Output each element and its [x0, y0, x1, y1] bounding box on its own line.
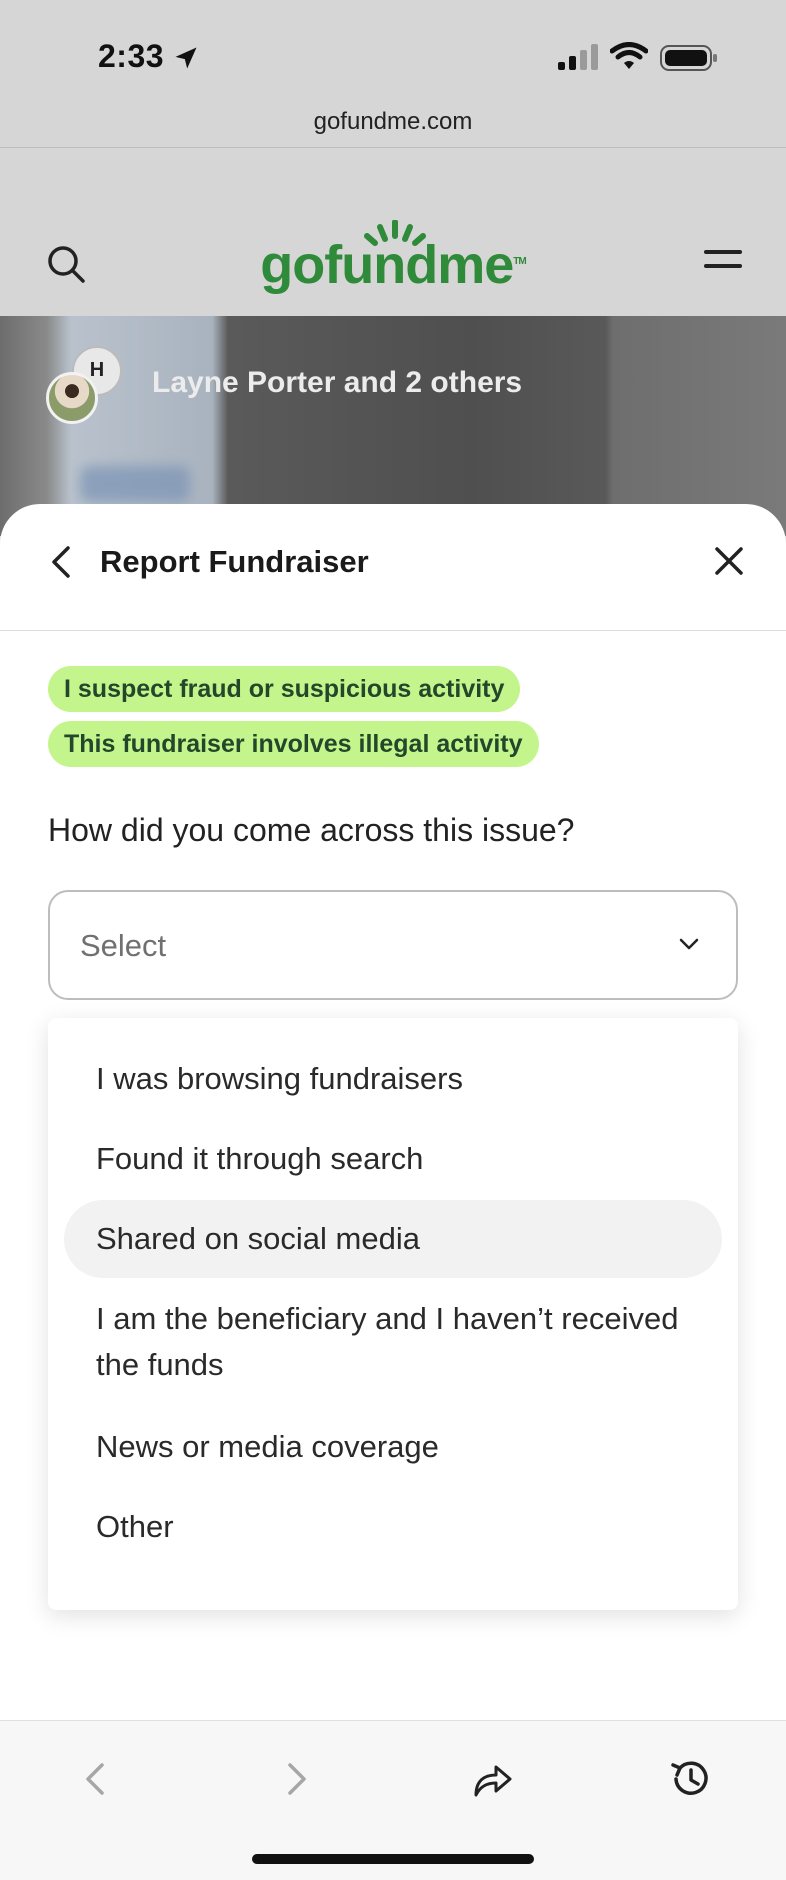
browser-url[interactable]: gofundme.com — [0, 108, 786, 136]
phone-screen: 2:33 gofundme.com gofundmeTM H Layne Por… — [0, 0, 786, 1880]
option-news[interactable]: News or media coverage — [64, 1408, 722, 1486]
source-select[interactable]: Select — [48, 890, 738, 1000]
menu-icon[interactable] — [704, 250, 742, 274]
option-other[interactable]: Other — [64, 1488, 722, 1566]
status-bar: 2:33 — [0, 0, 786, 110]
hero-blur — [80, 466, 190, 502]
select-dropdown-menu: I was browsing fundraisers Found it thro… — [48, 1018, 738, 1610]
history-icon[interactable] — [668, 1757, 712, 1801]
status-time: 2:33 — [98, 38, 165, 74]
menu-line — [704, 264, 742, 268]
selected-reason-tag: This fundraiser involves illegal activit… — [48, 721, 539, 767]
home-indicator[interactable] — [252, 1854, 534, 1864]
logo-trademark: TM — [513, 256, 526, 267]
wifi-icon — [610, 42, 648, 69]
signal-icon — [558, 44, 598, 70]
avatar-photo — [46, 372, 98, 424]
fundraiser-hero-image: H Layne Porter and 2 others — [0, 316, 786, 536]
location-arrow-icon — [175, 47, 197, 69]
option-search[interactable]: Found it through search — [64, 1120, 722, 1198]
back-icon[interactable] — [48, 544, 74, 580]
battery-icon — [660, 45, 717, 71]
select-placeholder: Select — [80, 928, 167, 963]
logo-text: gofundme — [260, 235, 514, 295]
header-divider — [0, 630, 786, 631]
selected-reason-tag: I suspect fraud or suspicious activity — [48, 666, 521, 712]
option-beneficiary[interactable]: I am the beneficiary and I haven’t recei… — [64, 1280, 722, 1404]
close-icon[interactable] — [714, 546, 744, 576]
option-social-media[interactable]: Shared on social media — [64, 1200, 722, 1278]
site-header: gofundmeTM — [0, 148, 786, 316]
sheet-title: Report Fundraiser — [100, 544, 369, 579]
browser-back-icon[interactable] — [74, 1757, 118, 1801]
organizer-text[interactable]: Layne Porter and 2 others — [152, 366, 522, 400]
report-sheet: Report Fundraiser I suspect fraud or sus… — [0, 504, 786, 1880]
gofundme-logo[interactable]: gofundmeTM — [0, 234, 786, 296]
menu-line — [704, 250, 742, 254]
chevron-down-icon — [679, 938, 699, 950]
browser-forward-icon[interactable] — [274, 1757, 318, 1801]
option-browsing[interactable]: I was browsing fundraisers — [64, 1040, 722, 1118]
share-icon[interactable] — [470, 1757, 514, 1801]
question-label: How did you come across this issue? — [48, 812, 575, 848]
